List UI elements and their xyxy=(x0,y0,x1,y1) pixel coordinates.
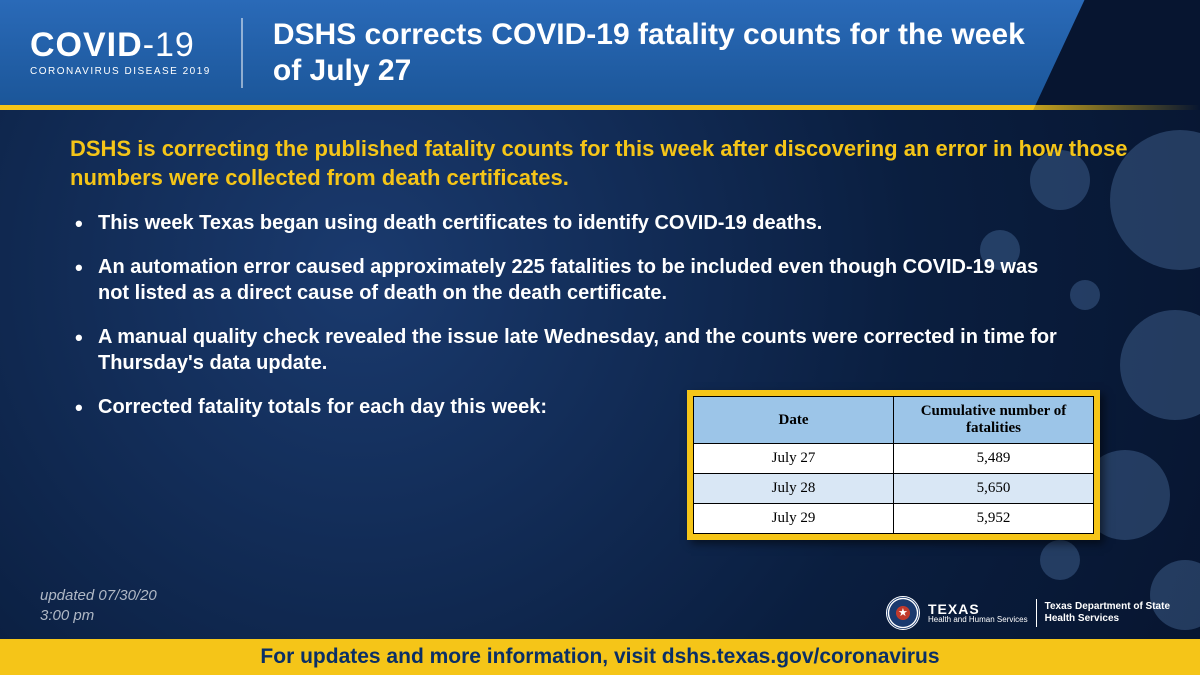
main-content: DSHS is correcting the published fatalit… xyxy=(0,110,1200,420)
bullet-item: This week Texas began using death certif… xyxy=(70,210,1070,236)
texas-seal-icon xyxy=(886,596,920,630)
agency-dept1: Health and Human Services xyxy=(928,615,1028,624)
agency-dept2b: Health Services xyxy=(1045,613,1170,625)
footer-text: For updates and more information, visit … xyxy=(260,645,939,669)
table-header: Cumulative number of fatalities xyxy=(894,397,1094,444)
logo-main: COVID-19 xyxy=(30,28,211,62)
table-row: July 28 5,650 xyxy=(694,474,1094,504)
page-title: DSHS corrects COVID-19 fatality counts f… xyxy=(243,17,1043,89)
agency-dept2a: Texas Department of State xyxy=(1045,601,1170,613)
lead-text: DSHS is correcting the published fatalit… xyxy=(70,135,1140,192)
agency-branding: TEXAS Health and Human Services Texas De… xyxy=(886,596,1170,630)
bullet-item: An automation error caused approximately… xyxy=(70,254,1070,306)
footer-bar: For updates and more information, visit … xyxy=(0,639,1200,675)
logo-sub: CORONAVIRUS DISEASE 2019 xyxy=(30,66,211,77)
table-row: July 29 5,952 xyxy=(694,504,1094,534)
updated-timestamp: updated 07/30/20 3:00 pm xyxy=(40,586,157,625)
agency-state: TEXAS xyxy=(928,602,1028,616)
header: COVID-19 CORONAVIRUS DISEASE 2019 DSHS c… xyxy=(0,0,1200,110)
table-header: Date xyxy=(694,397,894,444)
agency-divider xyxy=(1036,599,1037,627)
header-corner-cut xyxy=(1033,0,1200,110)
covid19-logo: COVID-19 CORONAVIRUS DISEASE 2019 xyxy=(0,18,243,88)
fatality-table: Date Cumulative number of fatalities Jul… xyxy=(687,390,1100,540)
bullet-item: A manual quality check revealed the issu… xyxy=(70,324,1070,376)
table-row: July 27 5,489 xyxy=(694,444,1094,474)
bullet-list: This week Texas began using death certif… xyxy=(70,210,1140,420)
